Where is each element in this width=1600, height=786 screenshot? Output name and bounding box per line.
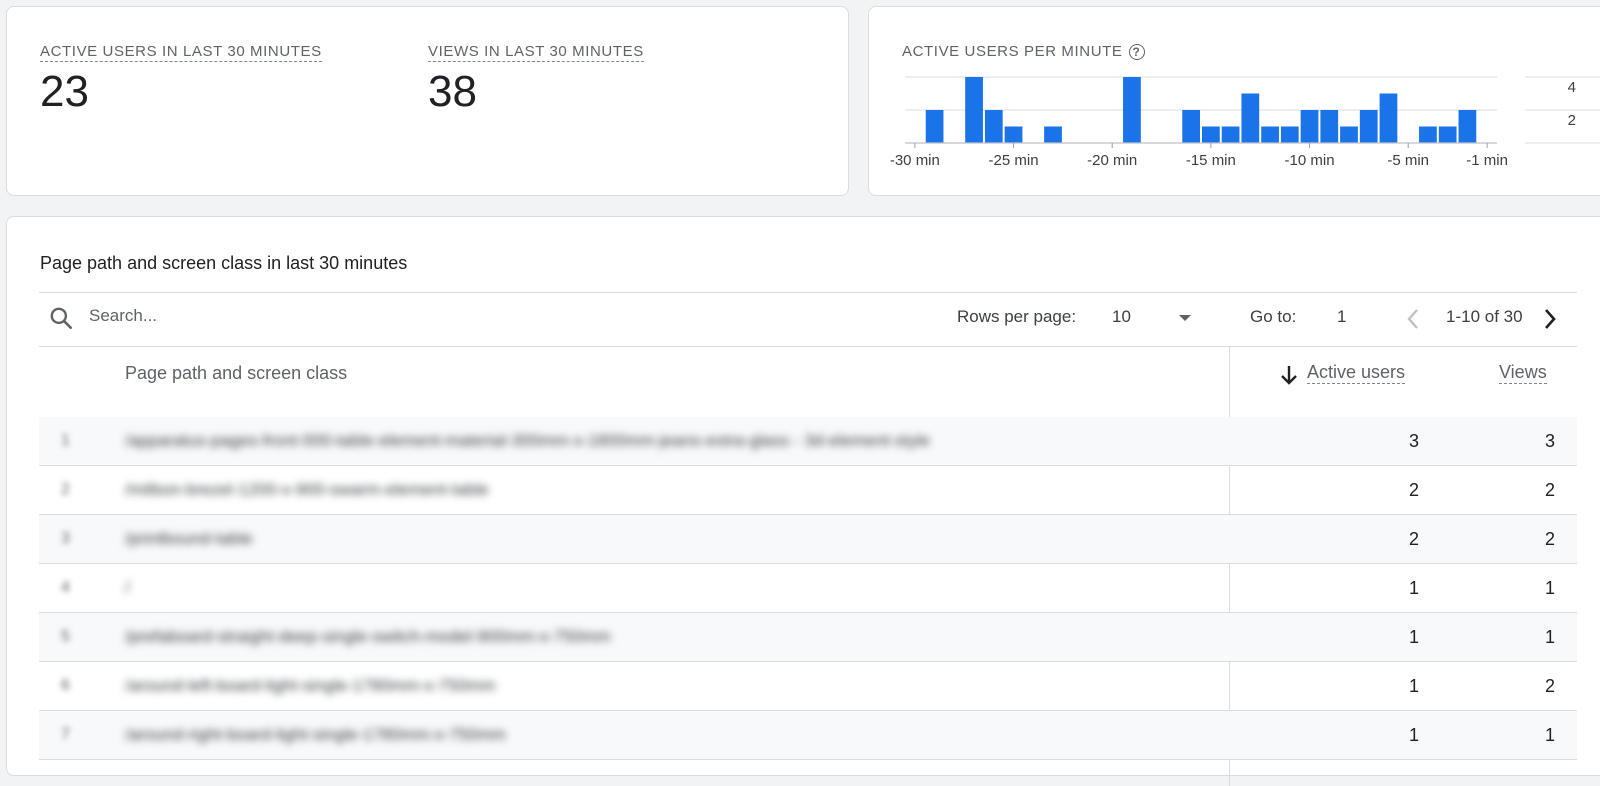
pagination-text: 1-10 of 30 bbox=[1446, 307, 1523, 326]
chart-x-tick-label: -30 min bbox=[890, 152, 940, 169]
chart-y-tick-label: 4 bbox=[1568, 79, 1576, 96]
chart-x-tick-label: -5 min bbox=[1387, 152, 1429, 169]
search-input[interactable] bbox=[87, 297, 391, 335]
chevron-down-icon bbox=[1179, 315, 1191, 321]
row-active-users: 1 bbox=[1408, 627, 1419, 647]
row-views: 2 bbox=[1544, 480, 1555, 500]
chart-bar[interactable] bbox=[925, 110, 944, 143]
chart-bar[interactable] bbox=[1340, 126, 1358, 144]
rows-per-page-select[interactable]: 10 bbox=[1112, 303, 1202, 333]
chart-y-tick-label: 2 bbox=[1568, 112, 1576, 129]
active-users-value: 23 bbox=[40, 67, 89, 116]
table-row[interactable]: 5/prefaboard-straight-deep-single-switch… bbox=[39, 613, 1577, 662]
chart-bar[interactable] bbox=[965, 77, 983, 143]
row-index: 3 bbox=[61, 530, 70, 547]
row-views: 3 bbox=[1544, 431, 1555, 451]
row-index: 2 bbox=[61, 481, 70, 498]
chart-bar[interactable] bbox=[1241, 93, 1260, 144]
goto-label: Go to: bbox=[1250, 307, 1297, 326]
active-users-metric: ACTIVE USERS IN LAST 30 MINUTES 23 bbox=[40, 43, 322, 120]
row-views: 1 bbox=[1544, 627, 1555, 647]
table-row[interactable]: 4 / 1 1 bbox=[39, 564, 1577, 613]
active-users-label[interactable]: ACTIVE USERS IN LAST 30 MINUTES bbox=[40, 43, 322, 62]
search-icon bbox=[50, 307, 73, 330]
chart-bar[interactable] bbox=[1379, 93, 1398, 144]
chart-bar[interactable] bbox=[1221, 126, 1240, 144]
row-views: 2 bbox=[1544, 529, 1555, 549]
page-path-table-card: Page path and screen class in last 30 mi… bbox=[6, 216, 1600, 786]
chart-bar[interactable] bbox=[1123, 77, 1141, 143]
row-page-path: /around-right-board-light-single-1780mm-… bbox=[125, 725, 506, 744]
row-index: 7 bbox=[61, 726, 70, 743]
views-value: 38 bbox=[428, 67, 477, 116]
toolbar-top-divider bbox=[39, 292, 1577, 293]
goto-input[interactable]: 1 bbox=[1337, 307, 1346, 327]
active-users-per-minute-chart: 4 2 -30 min -25 min -20 min -15 min -10 min -5 … bbox=[890, 76, 1600, 169]
table-row[interactable]: 3/printbound-table 2 2 bbox=[39, 515, 1577, 564]
chart-title: ACTIVE USERS PER MINUTE bbox=[902, 43, 1123, 60]
row-page-path: /apparatus-pages-front-000-table-element… bbox=[125, 431, 930, 450]
row-views: 2 bbox=[1544, 676, 1555, 696]
row-views: 1 bbox=[1544, 725, 1555, 745]
rows-per-page-label: Rows per page: bbox=[957, 307, 1077, 326]
row-index: 1 bbox=[61, 432, 70, 449]
chart-bar[interactable] bbox=[1044, 126, 1062, 144]
row-index: 6 bbox=[61, 677, 70, 694]
row-page-path: /around-left-board-light-single-1780mm-x… bbox=[125, 676, 496, 695]
table-row[interactable]: 2/mitbon-brezel-1200-x-900-swarm-element… bbox=[39, 466, 1577, 515]
chart-x-tick-label: -20 min bbox=[1087, 152, 1137, 169]
chart-bar[interactable] bbox=[1004, 126, 1023, 144]
row-active-users: 2 bbox=[1408, 529, 1419, 549]
rows-per-page-value: 10 bbox=[1112, 307, 1131, 326]
next-page-icon[interactable] bbox=[1542, 307, 1558, 331]
chart-bar[interactable] bbox=[1359, 110, 1378, 143]
chart-bar[interactable] bbox=[1280, 126, 1299, 144]
chart-bar[interactable] bbox=[1419, 126, 1437, 144]
chart-bar[interactable] bbox=[1182, 110, 1200, 143]
row-page-path: /mitbon-brezel-1200-x-900-swarm-element-… bbox=[125, 480, 489, 499]
row-index: 4 bbox=[61, 579, 70, 596]
column-header-views[interactable]: Views bbox=[1499, 362, 1547, 384]
row-views: 1 bbox=[1544, 578, 1555, 598]
table-title: Page path and screen class in last 30 mi… bbox=[40, 253, 408, 273]
row-active-users: 3 bbox=[1408, 431, 1419, 451]
chart-x-tick-label: -25 min bbox=[989, 152, 1039, 169]
chart-bar[interactable] bbox=[1438, 126, 1457, 144]
chart-bar[interactable] bbox=[984, 110, 1003, 143]
row-active-users: 1 bbox=[1408, 578, 1419, 598]
chart-bar[interactable] bbox=[1320, 110, 1339, 143]
chart-bar[interactable] bbox=[1458, 110, 1477, 143]
row-active-users: 1 bbox=[1408, 676, 1419, 696]
column-header-active-users[interactable]: Active users bbox=[1307, 362, 1406, 384]
chart-title-row: ACTIVE USERS PER MINUTE ? bbox=[902, 43, 1145, 60]
row-active-users: 2 bbox=[1408, 480, 1419, 500]
chart-bar[interactable] bbox=[1261, 126, 1279, 144]
chart-x-tick-label: -1 min bbox=[1466, 152, 1508, 169]
chart-bar[interactable] bbox=[1300, 110, 1319, 143]
column-header-path[interactable]: Page path and screen class bbox=[125, 363, 347, 384]
help-icon[interactable]: ? bbox=[1128, 43, 1145, 60]
chart-bar[interactable] bbox=[1202, 126, 1220, 144]
table-row[interactable]: 1/apparatus-pages-front-000-table-elemen… bbox=[39, 417, 1577, 466]
table-row[interactable]: 6/around-left-board-light-single-1780mm-… bbox=[39, 662, 1577, 711]
previous-page-icon[interactable] bbox=[1405, 307, 1421, 331]
table-row[interactable]: 7/around-right-board-light-single-1780mm… bbox=[39, 711, 1577, 760]
row-page-path: / bbox=[125, 578, 130, 597]
views-metric: VIEWS IN LAST 30 MINUTES 38 bbox=[428, 43, 644, 120]
views-label[interactable]: VIEWS IN LAST 30 MINUTES bbox=[428, 43, 644, 62]
header-top-divider bbox=[39, 346, 1577, 347]
arrow-down-icon bbox=[1281, 366, 1297, 385]
active-users-per-minute-card: 4 2 -30 min -25 min -20 min -15 min -10 min -5 … bbox=[868, 6, 1600, 196]
realtime-metrics-card: ACTIVE USERS IN LAST 30 MINUTES 23 VIEWS… bbox=[6, 6, 849, 196]
row-page-path: /prefaboard-straight-deep-single-switch-… bbox=[125, 627, 611, 646]
row-active-users: 1 bbox=[1408, 725, 1419, 745]
chart-x-tick-label: -15 min bbox=[1186, 152, 1236, 169]
row-page-path: /printbound-table bbox=[125, 529, 253, 548]
chart-x-tick-label: -10 min bbox=[1285, 152, 1335, 169]
row-index: 5 bbox=[61, 628, 70, 645]
